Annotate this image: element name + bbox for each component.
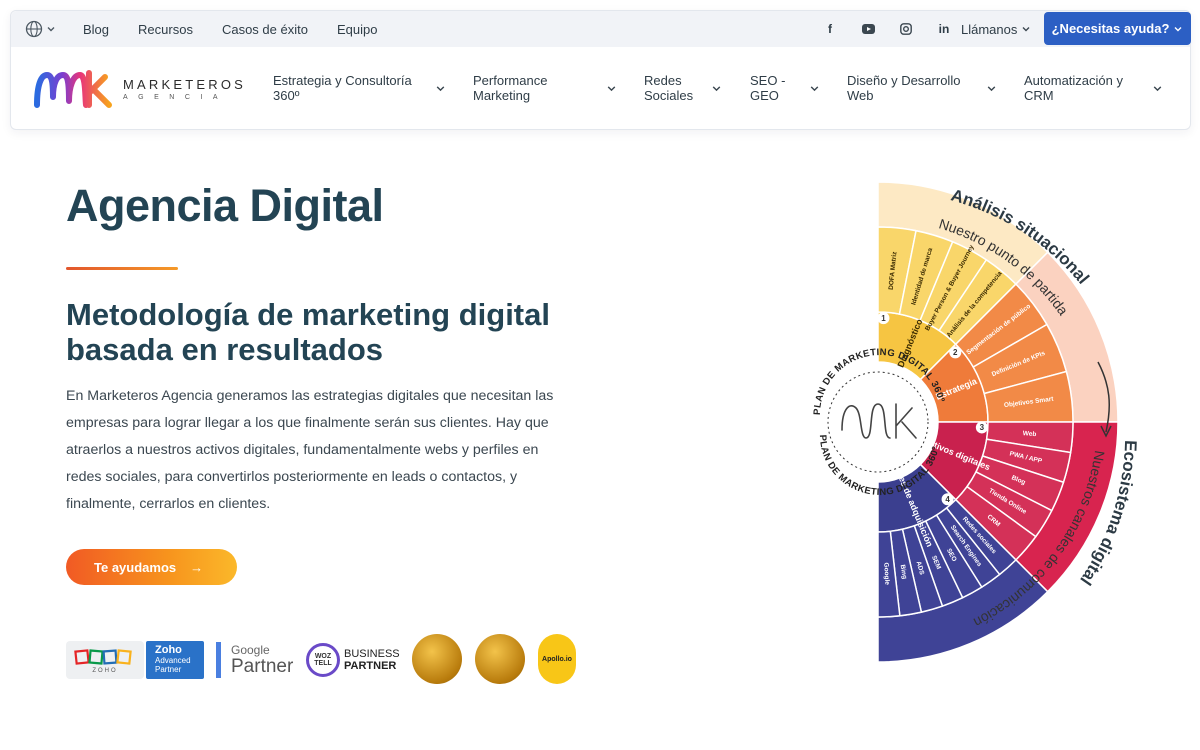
cta-button[interactable]: Te ayudamos → <box>66 549 237 585</box>
nav-item-diseno[interactable]: Diseño y Desarrollo Web <box>847 73 960 103</box>
top-link-casos-de-exito[interactable]: Casos de éxito <box>222 22 308 37</box>
nav-label: 360º <box>273 88 300 103</box>
phase-item-label: Google <box>882 562 890 585</box>
woz-line: TELL <box>314 660 332 667</box>
business-partner-text: BUSINESS PARTNER <box>344 648 400 672</box>
nav-label: Redes <box>644 73 682 88</box>
brand-sub: AGENCIA <box>123 94 229 101</box>
nav-item-seo[interactable]: SEO - GEO <box>750 73 785 103</box>
call-dropdown[interactable]: Llámanos <box>961 11 1031 47</box>
chevron-down-icon[interactable] <box>986 83 997 94</box>
subtitle-line: Metodología de marketing digital <box>66 297 550 332</box>
diagram-svg: DOFA Matriz Identidad de marcaBuyer Perso… <box>812 181 1140 663</box>
linkedin-icon[interactable]: in <box>925 22 963 36</box>
phase-number: 3 <box>980 423 985 432</box>
nav-label: Web <box>847 88 874 103</box>
phase-number: 4 <box>945 495 950 504</box>
zoho-partner-badge: Zoho Advanced Partner <box>146 641 204 679</box>
subtitle-line: basada en resultados <box>66 332 384 367</box>
help-button[interactable]: ¿Necesitas ayuda? <box>1044 12 1191 45</box>
call-label: Llámanos <box>961 21 1018 37</box>
chevron-down-icon[interactable] <box>1152 83 1163 94</box>
phase-item-label: Web <box>1022 430 1036 438</box>
apollo-partner-badge: Apollo.io <box>538 634 576 684</box>
partner-line: Partner <box>231 656 294 677</box>
help-label: ¿Necesitas ayuda? <box>1051 21 1170 36</box>
nav-label: Marketing <box>473 88 531 103</box>
top-links: Blog Recursos Casos de éxito Equipo <box>83 11 406 47</box>
partner-line: PARTNER <box>344 660 397 672</box>
zoho-word: ZOHO <box>92 668 118 674</box>
chevron-down-icon[interactable] <box>711 83 722 94</box>
hero-subtitle: Metodología de marketing digital basada … <box>66 297 626 367</box>
chevron-down-icon[interactable] <box>606 83 617 94</box>
arrow-right-icon: → <box>190 559 204 575</box>
badge-line: Partner <box>155 665 182 674</box>
page-title: Agencia Digital <box>66 180 384 231</box>
phase-number: 2 <box>953 348 958 357</box>
nav-label: CRM <box>1024 88 1054 103</box>
center-circle <box>823 367 933 477</box>
nav-label: Automatización y <box>1024 73 1123 88</box>
nav-label: Sociales <box>644 88 694 103</box>
title-divider <box>66 267 178 270</box>
chevron-down-icon <box>1022 27 1030 32</box>
brand-text: MARKETEROS AGENCIA <box>123 77 246 101</box>
nav-item-automatizacion[interactable]: Automatización y CRM <box>1024 73 1123 103</box>
social-links: f in <box>811 11 963 47</box>
nav-item-estrategia[interactable]: Estrategia y Consultoría 360º <box>273 73 412 103</box>
award-medal-icon <box>412 634 462 684</box>
marketing-plan-diagram: DOFA Matriz Identidad de marca Buyer Perso… <box>620 140 1180 700</box>
woztell-logo: WOZ TELL <box>306 643 340 677</box>
badge-line: Advanced <box>155 656 191 665</box>
nav-label: Estrategia y Consultoría <box>273 73 412 88</box>
language-selector[interactable] <box>25 20 56 38</box>
youtube-icon[interactable] <box>849 24 887 34</box>
phase-number: 1 <box>881 314 886 323</box>
google-partner-badge: Google Partner <box>216 641 293 679</box>
badge-bar <box>216 642 221 678</box>
nav-item-redes[interactable]: Redes Sociales <box>644 73 693 103</box>
google-partner-text: Google Partner <box>231 644 294 677</box>
hero-paragraph: En Marketeros Agencia generamos las estr… <box>66 388 554 512</box>
facebook-icon[interactable]: f <box>811 22 849 36</box>
badge-line: Zoho <box>155 644 182 656</box>
zoho-logo: ZOHO <box>66 641 144 679</box>
site-logo[interactable]: MARKETEROS AGENCIA <box>33 67 246 111</box>
mk-logo-icon <box>34 70 112 108</box>
main-nav: MARKETEROS AGENCIA Estrategia y Consulto… <box>11 47 1190 131</box>
nav-label: GEO <box>750 88 779 103</box>
nav-label: Diseño y Desarrollo <box>847 73 961 88</box>
brand-name: MARKETEROS <box>123 77 247 92</box>
woz-line: WOZ <box>314 653 332 660</box>
top-bar: Blog Recursos Casos de éxito Equipo f in… <box>11 11 1191 47</box>
chevron-down-icon <box>47 27 55 32</box>
nav-label: Performance <box>473 73 548 88</box>
woztell-partner-badge: WOZ TELL BUSINESS PARTNER <box>306 641 400 679</box>
business-line: BUSINESS <box>344 648 400 660</box>
top-link-recursos[interactable]: Recursos <box>138 22 193 37</box>
nav-label: SEO - <box>750 73 786 88</box>
top-link-equipo[interactable]: Equipo <box>337 22 377 37</box>
nav-item-performance[interactable]: Performance Marketing <box>473 73 547 103</box>
globe-icon <box>25 20 43 38</box>
chevron-down-icon[interactable] <box>435 83 446 94</box>
site-header: Blog Recursos Casos de éxito Equipo f in… <box>10 10 1191 130</box>
instagram-icon[interactable] <box>887 23 925 35</box>
chevron-down-icon <box>1174 26 1182 31</box>
chevron-down-icon[interactable] <box>809 83 820 94</box>
award-medal-icon <box>475 634 525 684</box>
top-link-blog[interactable]: Blog <box>83 22 109 37</box>
cta-label: Te ayudamos <box>94 559 177 575</box>
